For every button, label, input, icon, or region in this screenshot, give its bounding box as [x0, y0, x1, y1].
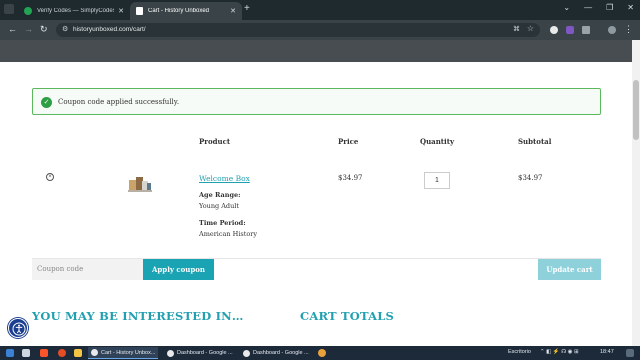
simplycodes-favicon-icon	[24, 7, 32, 15]
product-thumbnail[interactable]	[127, 174, 153, 194]
product-link[interactable]: Welcome Box	[199, 174, 250, 183]
taskbar-app-dashboard[interactable]: Dashboard - Google ...	[164, 347, 236, 359]
header-quantity: Quantity	[420, 137, 455, 146]
extensions-puzzle-icon[interactable]	[582, 26, 590, 34]
coupon-success-notice: ✓ Coupon code applied successfully.	[32, 88, 601, 115]
browser-tab-strip: Verify Codes — SimplyCodes ✕ Cart - Hist…	[0, 0, 640, 20]
clock[interactable]: 18:47	[600, 349, 614, 355]
task-view-icon[interactable]	[22, 349, 30, 357]
chrome-icon[interactable]	[58, 349, 66, 357]
extension-icon[interactable]	[566, 26, 574, 34]
accessibility-widget-button[interactable]	[8, 318, 28, 338]
checkmark-icon: ✓	[41, 97, 52, 108]
taskbar-app-dashboard[interactable]: Dashboard - Google ...	[240, 347, 312, 359]
interested-heading: YOU MAY BE INTERESTED IN…	[32, 309, 244, 323]
taskbar-app-label: Cart - History Unbox...	[101, 349, 156, 356]
close-tab-icon[interactable]: ✕	[118, 7, 124, 15]
desktop-label[interactable]: Escritorio	[508, 349, 531, 355]
tab-verify-codes[interactable]: Verify Codes — SimplyCodes ✕	[18, 2, 130, 20]
tab-title: Verify Codes — SimplyCodes	[37, 8, 115, 14]
file-explorer-icon[interactable]	[74, 349, 82, 357]
chrome-icon	[167, 349, 174, 357]
taskbar-app-cart[interactable]: Cart - History Unbox...	[88, 347, 159, 359]
minimize-button[interactable]: —	[584, 3, 592, 12]
system-tray-icons[interactable]: ⌃ ◧ ⚡ ☊ ◉ ⊞	[540, 349, 579, 355]
forward-arrow-icon[interactable]: →	[24, 24, 33, 34]
remove-item-icon[interactable]: ×	[46, 173, 54, 181]
window-controls: ⌄ — ❐ ✕	[563, 3, 634, 12]
close-tab-icon[interactable]: ✕	[230, 7, 236, 15]
url-text[interactable]: historyunboxed.com/cart/	[73, 26, 146, 33]
cart-totals-heading: CART TOTALS	[300, 309, 395, 323]
browser-menu-icon[interactable]: ⋮	[624, 24, 633, 35]
back-arrow-icon[interactable]: ←	[8, 24, 17, 34]
history-unboxed-favicon-icon	[136, 7, 143, 15]
taskbar-app-label: Dashboard - Google ...	[253, 350, 309, 356]
item-subtotal: $34.97	[518, 174, 543, 182]
bookmark-star-icon[interactable]: ☆	[527, 24, 534, 33]
meta-value: Young Adult	[199, 202, 239, 210]
site-header-band	[0, 40, 632, 62]
header-product: Product	[199, 137, 231, 146]
new-tab-button[interactable]: +	[244, 3, 250, 14]
notifications-icon[interactable]	[626, 349, 634, 357]
profile-avatar[interactable]	[608, 26, 616, 34]
item-price: $34.97	[338, 174, 363, 182]
browser-toolbar: ← → ↻ ⚙ historyunboxed.com/cart/ ⌘ ☆ ⋮	[0, 20, 640, 40]
extension-icon[interactable]	[550, 26, 558, 34]
brave-browser-icon[interactable]	[40, 349, 48, 357]
os-taskbar: Cart - History Unbox... Dashboard - Goog…	[0, 346, 640, 360]
tab-search-button[interactable]	[4, 4, 14, 14]
accessibility-icon	[12, 322, 26, 336]
apply-coupon-button[interactable]: Apply coupon	[143, 259, 214, 280]
close-window-button[interactable]: ✕	[627, 3, 634, 12]
meta-label: Time Period:	[199, 219, 246, 227]
maximize-button[interactable]: ❐	[606, 3, 613, 12]
address-bar[interactable]: ⚙ historyunboxed.com/cart/ ⌘ ☆	[56, 23, 540, 37]
tab-cart[interactable]: Cart - History Unboxed ✕	[130, 2, 242, 20]
quantity-input[interactable]: 1	[424, 172, 450, 189]
browser-taskbar-icon[interactable]	[318, 349, 326, 357]
notice-message: Coupon code applied successfully.	[58, 98, 180, 106]
coupon-code-input[interactable]: Coupon code	[32, 259, 143, 280]
header-subtotal: Subtotal	[518, 137, 552, 146]
tab-title: Cart - History Unboxed	[148, 8, 210, 14]
scrollbar-thumb[interactable]	[633, 80, 639, 140]
page-scrollbar[interactable]	[632, 40, 640, 346]
reload-icon[interactable]: ↻	[40, 24, 48, 35]
site-info-icon[interactable]: ⚙	[62, 25, 68, 33]
update-cart-button[interactable]: Update cart	[538, 259, 601, 280]
header-price: Price	[338, 137, 359, 146]
chrome-icon	[243, 349, 250, 357]
tab-list-icon[interactable]: ⌄	[563, 3, 570, 12]
meta-value: American History	[199, 230, 258, 238]
chrome-icon	[91, 349, 98, 356]
taskbar-app-label: Dashboard - Google ...	[177, 350, 233, 356]
meta-label: Age Range:	[199, 191, 241, 199]
translate-icon[interactable]: ⌘	[513, 25, 520, 33]
windows-start-icon[interactable]	[6, 349, 14, 357]
